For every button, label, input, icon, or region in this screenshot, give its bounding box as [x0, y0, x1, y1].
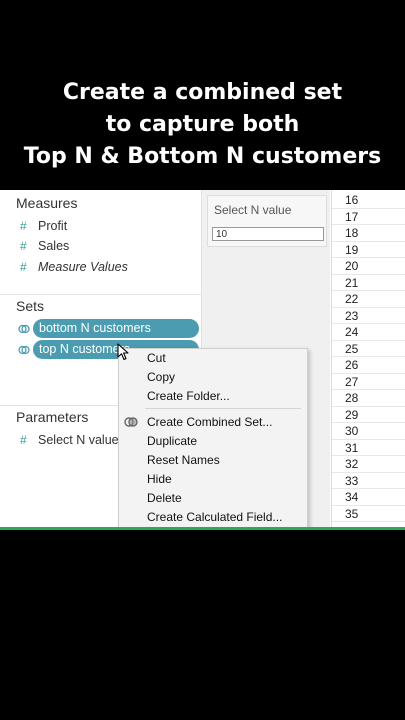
row-divider — [332, 455, 405, 456]
measure-profit[interactable]: # Profit — [20, 217, 67, 235]
measure-sales[interactable]: # Sales — [20, 237, 69, 255]
row-divider — [332, 306, 405, 308]
row-number: 25 — [345, 341, 359, 356]
measures-header: Measures — [16, 195, 78, 211]
menu-item-cut[interactable]: Cut — [147, 349, 166, 367]
row-divider — [332, 356, 405, 357]
row-divider — [332, 504, 405, 506]
row-divider — [332, 257, 405, 258]
measure-hash-icon: # — [20, 239, 27, 253]
parameter-control-card: Select N value 10 — [207, 195, 327, 247]
window-bottom-border — [0, 527, 405, 530]
row-number: 21 — [345, 275, 359, 290]
caption-line-3: Top N & Bottom N customers — [23, 144, 382, 169]
section-divider — [0, 294, 201, 295]
row-number: 20 — [345, 259, 359, 273]
row-divider — [332, 224, 405, 225]
caption-line-2: to capture both — [105, 112, 300, 137]
row-number: 23 — [345, 308, 359, 323]
measure-label: Measure Values — [38, 260, 128, 274]
menu-item-create-calculated-field[interactable]: Create Calculated Field... — [147, 508, 282, 526]
menu-item-reset-names[interactable]: Reset Names — [147, 451, 220, 469]
menu-separator — [145, 408, 301, 409]
view-table: 16 17 18 19 20 21 22 23 24 25 26 27 28 29 30 31 32 33 34 35 — [331, 190, 405, 530]
row-number: 24 — [345, 325, 359, 339]
row-divider — [332, 290, 405, 291]
row-number: 28 — [345, 391, 359, 405]
row-divider — [332, 422, 405, 423]
row-number: 34 — [345, 490, 359, 504]
set-icon — [18, 345, 30, 355]
row-number: 30 — [345, 424, 359, 438]
row-number: 26 — [345, 358, 359, 372]
row-number: 18 — [345, 226, 359, 240]
tableau-window: Measures # Profit # Sales # Measure Valu… — [0, 190, 405, 530]
row-number: 19 — [345, 242, 359, 257]
mouse-cursor-icon — [117, 343, 129, 361]
menu-item-delete[interactable]: Delete — [147, 489, 182, 507]
parameter-label: Select N value — [38, 433, 119, 447]
menu-item-duplicate[interactable]: Duplicate — [147, 432, 197, 450]
parameter-value-input[interactable]: 10 — [212, 227, 324, 241]
measure-hash-icon: # — [20, 260, 27, 274]
row-divider — [332, 240, 405, 242]
row-divider — [332, 405, 405, 407]
row-number: 16 — [345, 193, 359, 207]
row-divider — [332, 207, 405, 209]
menu-item-create-combined-set[interactable]: Create Combined Set... — [147, 413, 272, 431]
set-icon — [18, 324, 30, 334]
row-divider — [332, 389, 405, 390]
row-number: 35 — [345, 506, 359, 521]
parameter-control-title: Select N value — [214, 203, 292, 217]
context-menu: Cut Copy Create Folder... Create Combine… — [118, 348, 308, 530]
parameter-select-n-value[interactable]: # Select N value — [20, 431, 119, 449]
row-divider — [332, 339, 405, 341]
row-divider — [332, 488, 405, 489]
row-number: 31 — [345, 440, 359, 455]
row-divider — [332, 323, 405, 324]
row-number: 32 — [345, 457, 359, 471]
parameter-hash-icon: # — [20, 433, 27, 447]
measure-hash-icon: # — [20, 219, 27, 233]
menu-item-hide[interactable]: Hide — [147, 470, 172, 488]
measure-label: Profit — [38, 219, 68, 233]
measure-values[interactable]: # Measure Values — [20, 258, 128, 276]
sets-header: Sets — [16, 298, 45, 314]
measure-label: Sales — [38, 239, 70, 253]
menu-item-create-folder[interactable]: Create Folder... — [147, 387, 230, 405]
video-caption: Create a combined set to capture both To… — [0, 0, 405, 190]
row-divider — [332, 471, 405, 473]
caption-line-1: Create a combined set — [62, 80, 343, 105]
row-divider — [332, 372, 405, 374]
row-number: 22 — [345, 292, 359, 306]
row-number: 29 — [345, 407, 359, 422]
row-number: 33 — [345, 473, 359, 488]
combined-set-icon — [124, 417, 138, 427]
row-number: 17 — [345, 209, 359, 224]
parameters-header: Parameters — [16, 409, 89, 425]
menu-item-copy[interactable]: Copy — [147, 368, 175, 386]
set-bottom-n-customers[interactable]: bottom N customers — [33, 319, 199, 338]
row-number: 27 — [345, 374, 359, 389]
row-divider — [332, 438, 405, 440]
row-divider — [332, 521, 405, 522]
row-divider — [332, 273, 405, 275]
